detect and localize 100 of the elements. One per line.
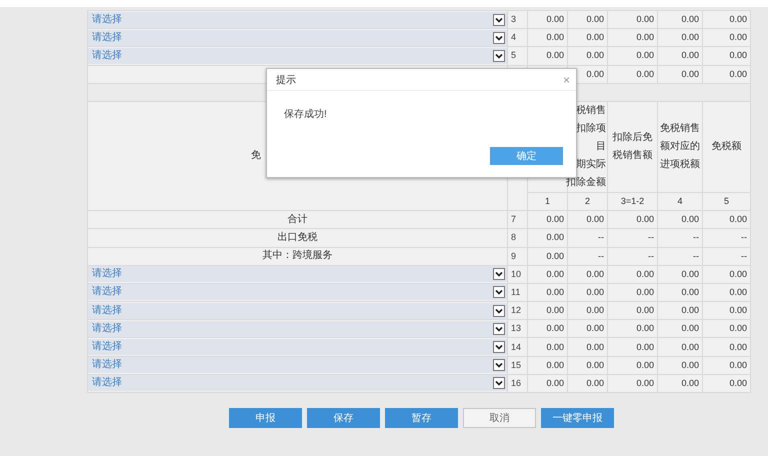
confirm-button[interactable]: 确定 <box>490 147 563 165</box>
row-number: 15 <box>511 360 522 370</box>
row-number: 7 <box>511 214 516 224</box>
table-cell: 0.00 <box>546 250 564 261</box>
table-cell: 0.00 <box>546 50 564 60</box>
table-cell: 0.00 <box>729 305 747 316</box>
action-button[interactable]: 保存 <box>307 408 380 428</box>
table-cell: 0.00 <box>729 342 747 352</box>
table-cell: 0.00 <box>636 32 654 42</box>
table-cell: 0.00 <box>681 323 699 334</box>
close-button[interactable]: × <box>562 74 570 86</box>
table-cell: 0.00 <box>546 286 564 297</box>
table-cell: 0.00 <box>636 50 654 60</box>
table-cell: 0.00 <box>546 305 564 316</box>
table-cell: 0.00 <box>586 323 604 334</box>
table-cell: 0.00 <box>681 214 699 224</box>
table-cell: 1 <box>544 196 550 206</box>
column-header: 扣除金额 <box>566 176 606 190</box>
table-cell: 0.00 <box>546 232 564 242</box>
table-cell: 0.00 <box>636 268 654 279</box>
table-cell: 0.00 <box>636 360 654 370</box>
column-header: 免税销售额对应的进项税额 <box>659 122 701 172</box>
dropdown-field[interactable]: 请选择 <box>88 266 507 282</box>
table-cell: 4 <box>677 196 682 206</box>
column-header: 期实际 <box>576 158 606 172</box>
dropdown-field[interactable]: 请选择 <box>88 302 507 319</box>
column-header: 免税额 <box>712 140 742 154</box>
action-button[interactable]: 申报 <box>229 408 302 428</box>
row-label: 出口免税 <box>278 232 318 243</box>
dropdown-field[interactable]: 请选择 <box>88 12 507 28</box>
table-cell: -- <box>741 250 747 261</box>
table-cell: -- <box>648 232 654 242</box>
table-cell: 0.00 <box>729 360 747 370</box>
dialog-title: 提示 <box>276 74 296 86</box>
table-cell: 0.00 <box>729 323 747 334</box>
table-cell: 0.00 <box>681 342 699 352</box>
table-cell: 0.00 <box>546 14 564 24</box>
table-cell: -- <box>598 232 604 242</box>
table-cell: 0.00 <box>681 268 699 279</box>
table-cell: 5 <box>724 196 729 206</box>
action-button[interactable]: 一键零申报 <box>541 408 614 428</box>
table-cell: 0.00 <box>546 360 564 370</box>
table-cell: 0.00 <box>636 14 654 24</box>
dropdown-field[interactable]: 请选择 <box>88 30 507 46</box>
table-cell: 0.00 <box>681 286 699 297</box>
table-cell: -- <box>598 250 604 261</box>
table-cell: 0.00 <box>586 305 604 316</box>
column-header: 扣除后免税销售额 <box>612 130 654 163</box>
table-cell: 0.00 <box>729 14 747 24</box>
row-number: 5 <box>511 50 516 60</box>
table-cell: 0.00 <box>636 305 654 316</box>
dropdown-field[interactable]: 请选择 <box>88 284 507 300</box>
dropdown-field[interactable]: 请选择 <box>88 375 507 392</box>
table-cell: 0.00 <box>586 50 604 60</box>
dropdown-field[interactable]: 请选择 <box>88 48 507 64</box>
row-number: 8 <box>511 232 516 242</box>
row-label: 合计 <box>288 214 308 225</box>
table-cell: 0.00 <box>586 32 604 42</box>
row-number: 10 <box>511 268 522 279</box>
table-cell: 0.00 <box>636 378 654 388</box>
column-header: 目 <box>596 140 606 154</box>
table-cell: 0.00 <box>586 14 604 24</box>
action-button[interactable]: 取消 <box>463 408 536 428</box>
table-cell: 0.00 <box>586 214 604 224</box>
dropdown-field[interactable]: 请选择 <box>88 339 507 356</box>
table-cell: 0.00 <box>681 50 699 60</box>
dropdown-field[interactable]: 请选择 <box>88 320 507 337</box>
table-cell: 0.00 <box>586 360 604 370</box>
table-cell: 0.00 <box>681 360 699 370</box>
table-cell: 0.00 <box>729 32 747 42</box>
table-cell: 0.00 <box>636 68 654 79</box>
table-cell: 0.00 <box>729 268 747 279</box>
row-number: 12 <box>511 305 522 316</box>
table-cell: 0.00 <box>681 68 699 79</box>
table-cell: 0.00 <box>729 378 747 388</box>
table-cell: 0.00 <box>546 268 564 279</box>
table-cell: 3=1-2 <box>620 196 644 206</box>
row-number: 9 <box>511 250 516 261</box>
table-cell: -- <box>693 232 699 242</box>
table-cell: 0.00 <box>586 268 604 279</box>
action-button[interactable]: 暂存 <box>385 408 458 428</box>
table-cell: 0.00 <box>586 342 604 352</box>
table-cell: -- <box>693 250 699 261</box>
row-label: 其中：跨境服务 <box>262 250 332 262</box>
table-cell: 0.00 <box>729 214 747 224</box>
dropdown-field[interactable]: 请选择 <box>88 357 507 374</box>
table-cell: 0.00 <box>546 342 564 352</box>
table-cell: 0.00 <box>681 305 699 316</box>
table-cell: 0.00 <box>681 378 699 388</box>
table-cell: 0.00 <box>636 323 654 334</box>
row-number: 11 <box>511 286 520 297</box>
table-cell: 0.00 <box>546 32 564 42</box>
table-cell: 0.00 <box>729 50 747 60</box>
table-cell: -- <box>648 250 654 261</box>
table-cell: 2 <box>584 196 590 206</box>
table-cell: 0.00 <box>636 342 654 352</box>
row-number: 16 <box>511 378 522 388</box>
table-cell: 0.00 <box>546 378 564 388</box>
dialog-message: 保存成功! <box>284 109 327 120</box>
row-number: 3 <box>511 14 516 24</box>
